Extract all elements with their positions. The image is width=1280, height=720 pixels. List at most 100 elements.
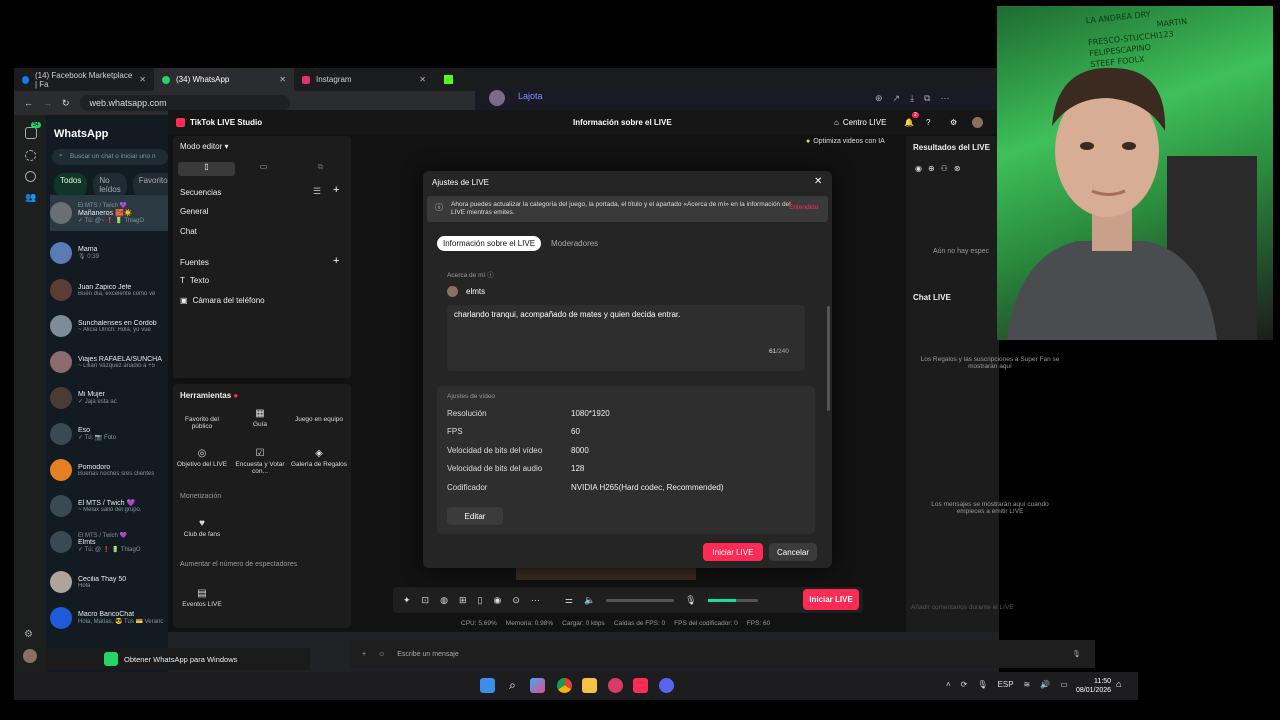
about-textarea[interactable]: charlando tranqui, acompañado de mates y… [447,305,805,371]
sticker-icon[interactable]: ◍ [440,595,448,606]
ai-optimize-button[interactable]: ● Optimiza videos con IA [806,138,885,145]
chat-item[interactable]: Viajes RAFAELA/SUNCHA ~ Lilian Vazquez añ… [50,344,168,380]
mic-icon[interactable]: 🎙 [1072,650,1081,658]
communities-icon[interactable]: 👥 [25,192,36,203]
clock[interactable]: 11:50 08/01/2026 [1076,677,1111,695]
back-icon[interactable]: ← [24,98,33,108]
mic-icon[interactable]: 🎙 [977,680,987,689]
tab-facebook[interactable]: (14) Facebook Marketplace | Fa ✕ [14,68,154,91]
list-icon[interactable]: ☰ [313,186,321,197]
tool-guide[interactable]: ▦ Guía [232,408,288,428]
speaker-volume-slider[interactable] [606,598,675,602]
battery-icon[interactable]: ▭ [1060,680,1068,689]
mic-volume-slider[interactable] [707,598,758,602]
volume-icon[interactable]: 🔊 [1040,680,1050,689]
add-scene-button[interactable]: + [333,184,339,196]
close-icon[interactable]: ✕ [419,75,426,84]
settings-icon[interactable]: ⚙ [24,629,33,640]
close-icon[interactable]: ✕ [139,75,146,84]
source-item[interactable]: ▣ Cámara del teléfono [180,296,265,305]
capture-icon[interactable]: ⊙ [512,595,520,606]
edit-button[interactable]: Editar [447,507,503,525]
record-icon[interactable]: ◉ [493,595,501,606]
dialog-scrollbar[interactable] [827,306,830,411]
close-icon[interactable]: ✕ [814,176,822,187]
landscape-mode-button[interactable]: ▭ [235,162,292,176]
chat-item[interactable]: El MTS / Twich 💜 ~ Melax salió del grupo. [50,488,168,524]
chrome-icon[interactable] [557,678,572,693]
chat-item[interactable]: Mama 🎙 0:39 [50,235,168,271]
app-icon[interactable] [608,678,623,693]
scene-item[interactable]: Chat [180,227,197,236]
chat-item[interactable]: El MTS / Twich 💜 Mañaneros 🧱☀️ ✓ Tú: @~ ❗ … [50,195,168,231]
filter-all[interactable]: Todos [54,173,88,197]
phone-icon[interactable]: ▯ [478,595,483,606]
start-live-button[interactable]: Iniciar LIVE [803,589,859,610]
reload-icon[interactable]: ↻ [62,98,70,109]
chat-item[interactable]: Sunchalenses en Córdob ~ Alicia Ulrich: H… [50,308,168,344]
notification-icon[interactable]: 🔔 [904,118,914,127]
chevron-up-icon[interactable]: ˄ [946,680,951,689]
chat-item[interactable]: Macro BancoChat Hola, Matías. 😎 Tus 💳 Ver… [50,600,168,636]
chat-item[interactable]: El MTS / Twich 💜 Elmts ✓ Tú: @ ❗ 🔋 ThiagO [50,524,168,560]
layout-icon[interactable]: ⊞ [459,595,467,606]
tiktok-studio-icon[interactable] [633,678,648,693]
microphone-icon[interactable]: 🎙 [685,595,696,606]
kick-icon[interactable] [444,75,453,84]
effects-icon[interactable]: ✦ [403,595,411,606]
folder-icon[interactable] [582,678,597,693]
tool-fan-club[interactable]: ♥ Club de fans [174,518,230,538]
language-indicator[interactable]: ESP [998,680,1014,689]
live-center-button[interactable]: ⌂ Centro LIVE [834,118,886,127]
start-live-dialog-button[interactable]: Iniciar LIVE [703,543,763,561]
camera-icon[interactable]: ⊡ [422,595,430,606]
emoji-icon[interactable]: ☺ [378,651,385,658]
chat-item[interactable]: Eso ✓ Tú: 📷 Foto [50,416,168,452]
more-icon[interactable]: ⋯ [531,595,540,606]
get-app-banner[interactable]: Obtener WhatsApp para Windows [46,648,310,670]
chat-item[interactable]: Cecilia Thay 50 Hola [50,564,168,600]
chat-item[interactable]: Pomodoro Buenas noches sres clientes [50,452,168,488]
source-item[interactable]: T Texto [180,276,209,285]
status-icon[interactable] [25,150,36,161]
tool-live-events[interactable]: ▤ Eventos LIVE [174,588,230,608]
help-icon[interactable]: ? [926,118,930,127]
mixer-icon[interactable]: ⚌ [565,595,573,606]
tab-instagram[interactable]: Instagram ✕ [294,68,434,91]
add-source-button[interactable]: + [333,255,339,267]
attach-icon[interactable]: + [362,651,366,658]
tool-team-game[interactable]: Juego en equipo [291,416,347,423]
message-input[interactable]: Escribe un mensaje [397,651,458,658]
dismiss-notice-button[interactable]: Entendido [789,204,818,212]
search-icon[interactable]: ⌕ [505,678,520,693]
speaker-icon[interactable]: 🔈 [584,595,595,606]
chat-item[interactable]: Juan Zapico Jefe Buen día, excelente como… [50,272,168,308]
dual-mode-button[interactable]: ⧉ [292,162,349,176]
chats-icon[interactable] [25,127,37,139]
avatar[interactable] [972,116,983,128]
tool-poll[interactable]: ☑ Encuesta y Votar con... [232,448,288,475]
discord-icon[interactable] [659,678,674,693]
url-field[interactable]: web.whatsapp.com [79,95,290,111]
tab-live-info[interactable]: Información sobre el LIVE [437,236,542,251]
channels-icon[interactable] [25,171,36,182]
wifi-icon[interactable]: ≋ [1024,680,1031,689]
sync-icon[interactable]: ⟳ [961,680,968,689]
search-input[interactable]: ⌕ Buscar un chat o iniciar uno n [52,149,168,165]
notification-icon[interactable]: ⌂ [1116,679,1121,689]
portrait-mode-button[interactable]: ▯ [178,162,235,176]
start-icon[interactable] [480,678,495,693]
close-icon[interactable]: ✕ [279,75,286,84]
forward-icon[interactable]: → [43,98,52,108]
cancel-button[interactable]: Cancelar [769,543,817,561]
tab-moderators[interactable]: Moderadores [545,236,604,251]
scene-item[interactable]: General [180,207,208,216]
filter-unread[interactable]: No leídos [93,173,127,197]
settings-icon[interactable]: ⚙ [950,118,957,127]
chat-item[interactable]: Mi Mujer ✓ Jaja esta ac [50,380,168,416]
comment-input[interactable]: Añadir comentarios durante el LIVE [911,604,1061,611]
tab-whatsapp[interactable]: (34) WhatsApp ✕ [154,68,294,91]
tool-live-goal[interactable]: ◎ Objetivo del LIVE [174,448,230,468]
tool-favorite-audience[interactable]: Favorito del público [174,416,230,430]
profile-avatar[interactable] [23,649,37,663]
